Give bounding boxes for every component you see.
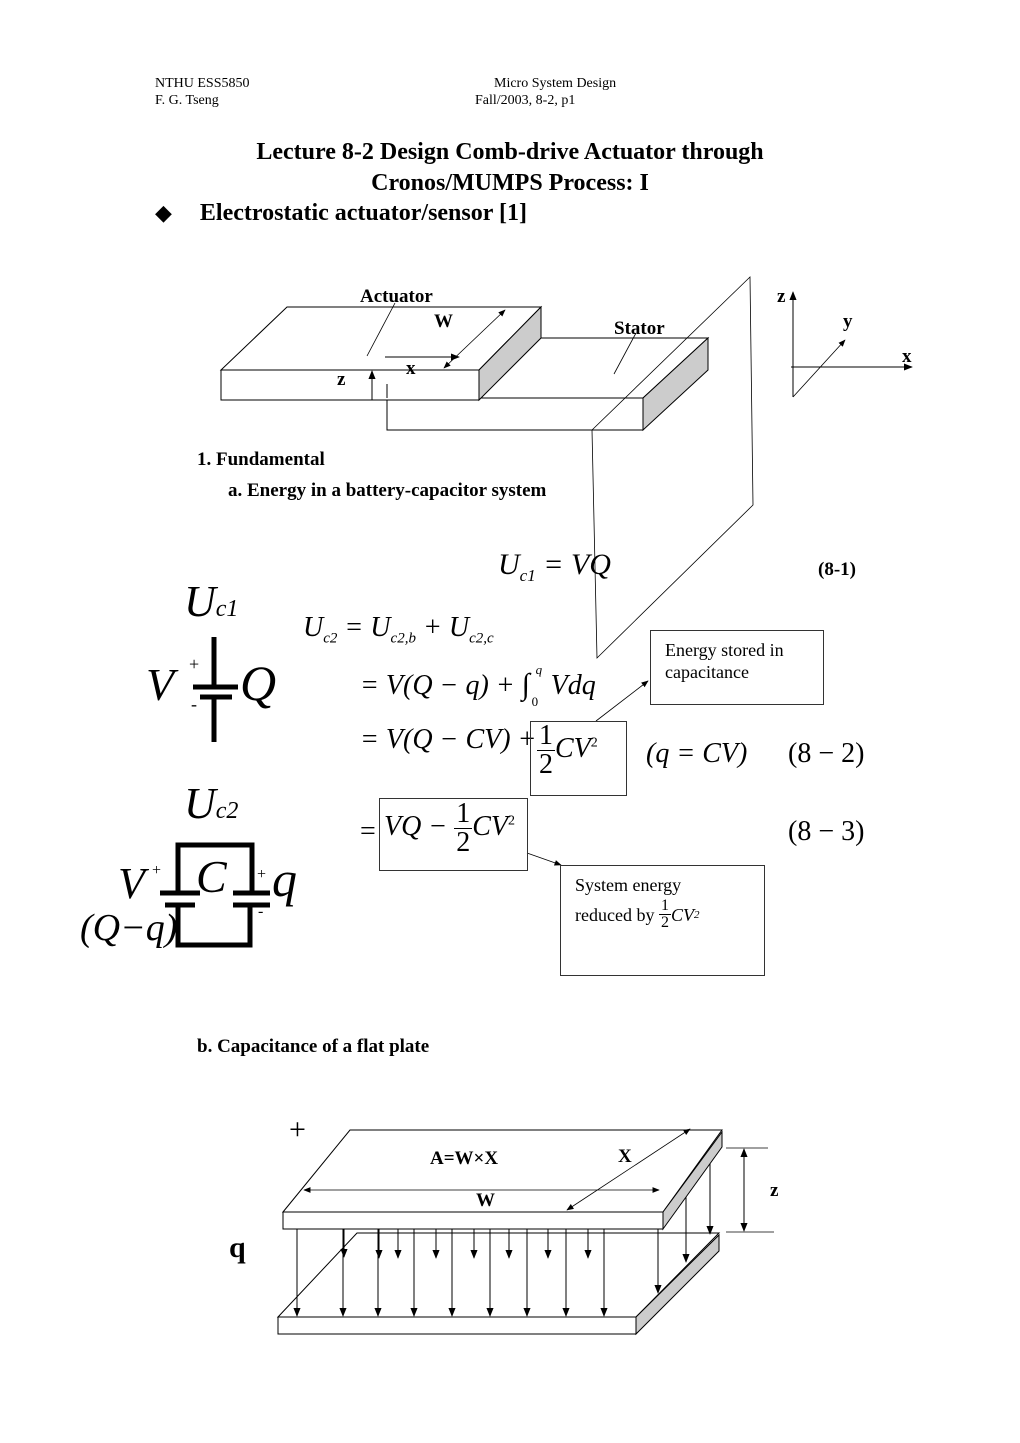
circuit2-plus-right: + <box>257 866 267 883</box>
circuit2-plus-left: + <box>152 862 162 879</box>
circuit1-plus-sign: + <box>189 654 200 674</box>
circuit1-capacitor <box>193 637 238 742</box>
actuator-label: Actuator <box>360 286 433 307</box>
parallel-plate-capacitor <box>276 1128 774 1336</box>
equation-number-8-3: (8 − 3) <box>788 816 865 847</box>
circuit1-v-label: V <box>146 659 175 710</box>
circuit2-title: Uc2 <box>184 779 239 828</box>
circuit1-minus-sign: - <box>191 694 197 714</box>
equation-8-1: Uc1 = VQ <box>498 548 611 585</box>
stator-label: Stator <box>614 318 665 339</box>
callout-arrow-energy <box>595 680 649 722</box>
boxed-term-half-cv2: 1 2 CV2 <box>537 720 598 780</box>
circuit1-title: Uc1 <box>184 577 239 626</box>
plate-x-label: X <box>618 1146 632 1167</box>
callout-system-energy: System energy reduced by 1 2 CV 2 <box>560 865 765 976</box>
plate-w-label: W <box>476 1190 495 1211</box>
callout-energy-stored: Energy stored in capacitance <box>650 630 824 705</box>
equation-8-3-equals: = <box>360 816 376 847</box>
equation-uc2-line: Uc2 = Uc2,b + Uc2,c <box>303 612 494 647</box>
equation-8-3: VQ − 1 2 CV2 <box>384 798 515 858</box>
equation-number-8-1: (8-1) <box>818 559 856 580</box>
circuit1-q-label: Q <box>240 655 277 711</box>
callout-arrow-system <box>526 852 562 866</box>
circuit2-minus-right: - <box>258 903 264 920</box>
plate-z-label: z <box>770 1180 779 1201</box>
circuit2-qq-label: (Q−q) <box>80 907 178 949</box>
equation-integral-line: = V(Q − q) + ∫ q 0 Vdq <box>360 662 596 709</box>
diagram-canvas <box>160 276 913 1336</box>
plate-plus-sign: + <box>289 1113 306 1146</box>
circuit2-q-label: q <box>272 851 297 907</box>
subsection-a-heading: a. Energy in a battery-capacitor system <box>228 480 547 501</box>
equation-8-2: = V(Q − CV) + <box>360 724 537 755</box>
condition-q-equals-cv: (q = CV) <box>646 738 748 769</box>
axis-z-label: z <box>777 286 786 307</box>
axis-y-label: y <box>843 311 853 332</box>
subsection-b-heading: b. Capacitance of a flat plate <box>197 1036 430 1057</box>
equation-number-8-2: (8 − 2) <box>788 738 865 769</box>
z-label: z <box>337 369 346 390</box>
w-label: W <box>434 311 453 332</box>
circuit2-c-label: C <box>196 851 227 902</box>
callout-energy-stored-text: Energy stored in capacitance <box>665 640 784 682</box>
axis-x-label: x <box>902 346 912 367</box>
circuit2-v-label: V <box>118 859 145 908</box>
xyz-axes <box>789 291 913 398</box>
section-heading-fundamental: 1. Fundamental <box>197 449 325 470</box>
callout-system-energy-line1: System energy <box>575 875 682 895</box>
plate-area-label: A=W×X <box>430 1148 499 1169</box>
x-label: x <box>406 358 416 379</box>
callout-system-energy-line2: reduced by 1 2 CV 2 <box>575 897 700 931</box>
plate-charge-q: q <box>229 1231 246 1264</box>
